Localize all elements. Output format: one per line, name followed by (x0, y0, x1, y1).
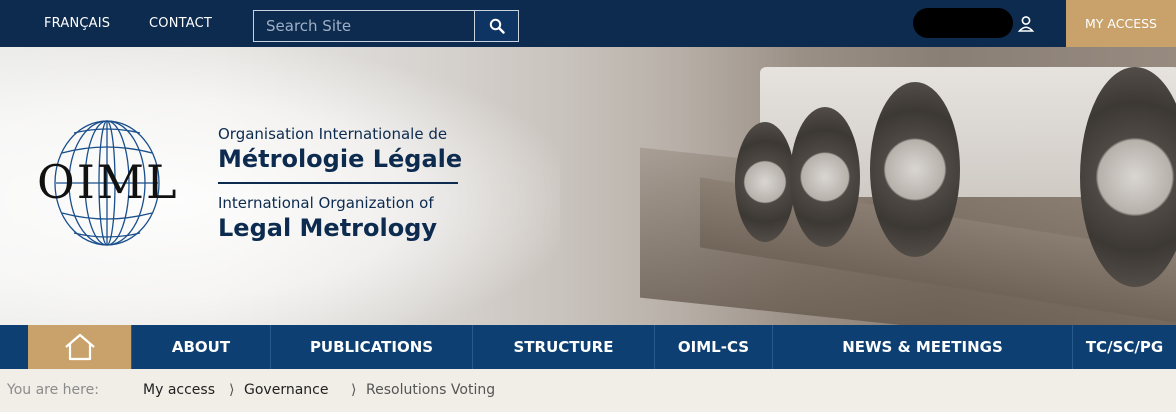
logo-line-2: Métrologie Légale (218, 145, 463, 173)
nav-item-tc-sc-pg[interactable]: TC/SC/PG (1072, 325, 1176, 369)
oiml-acronym: OIML (37, 155, 179, 209)
contact-link[interactable]: CONTACT (149, 0, 212, 47)
nav-item-news-meetings[interactable]: NEWS & MEETINGS (772, 325, 1072, 369)
search-input[interactable] (254, 11, 475, 41)
breadcrumb-item-governance[interactable]: Governance (244, 369, 328, 412)
logo-line-3: International Organization of (218, 194, 434, 212)
search-icon (489, 18, 505, 34)
breadcrumb: You are here: My access ⟩ Governance ⟩ R… (0, 369, 1176, 412)
home-icon (64, 333, 95, 361)
my-access-button[interactable]: MY ACCESS (1066, 0, 1176, 47)
top-bar: FRANÇAIS CONTACT MY ACCESS (0, 0, 1176, 47)
logo-line-1: Organisation Internationale de (218, 125, 448, 143)
oiml-logo[interactable]: OIML Organisation Internationale de Métr… (30, 115, 470, 255)
language-link[interactable]: FRANÇAIS (44, 0, 110, 47)
home-button[interactable] (28, 325, 131, 369)
hero-truck-wheel (870, 82, 960, 257)
hero-truck-wheel (790, 107, 860, 247)
logo-divider (218, 182, 458, 184)
nav-item-about[interactable]: ABOUT (131, 325, 270, 369)
breadcrumb-item-my-access[interactable]: My access (143, 369, 215, 412)
nav-item-structure[interactable]: STRUCTURE (472, 325, 654, 369)
nav-item-publications[interactable]: PUBLICATIONS (270, 325, 472, 369)
main-nav: ABOUT PUBLICATIONS STRUCTURE OIML-CS NEW… (0, 325, 1176, 369)
breadcrumb-prefix: You are here: (7, 382, 99, 398)
search-button[interactable] (474, 11, 518, 41)
redacted-username (913, 8, 1013, 38)
nav-item-oiml-cs[interactable]: OIML-CS (654, 325, 772, 369)
hero-truck-wheel (735, 122, 795, 242)
breadcrumb-item-current: Resolutions Voting (366, 382, 496, 398)
logo-line-4: Legal Metrology (218, 214, 438, 242)
hero-banner: OIML Organisation Internationale de Métr… (0, 47, 1176, 325)
breadcrumb-separator: ⟩ (229, 382, 235, 398)
search-box (253, 10, 519, 42)
breadcrumb-separator: ⟩ (351, 382, 357, 398)
user-icon[interactable] (1016, 14, 1036, 34)
